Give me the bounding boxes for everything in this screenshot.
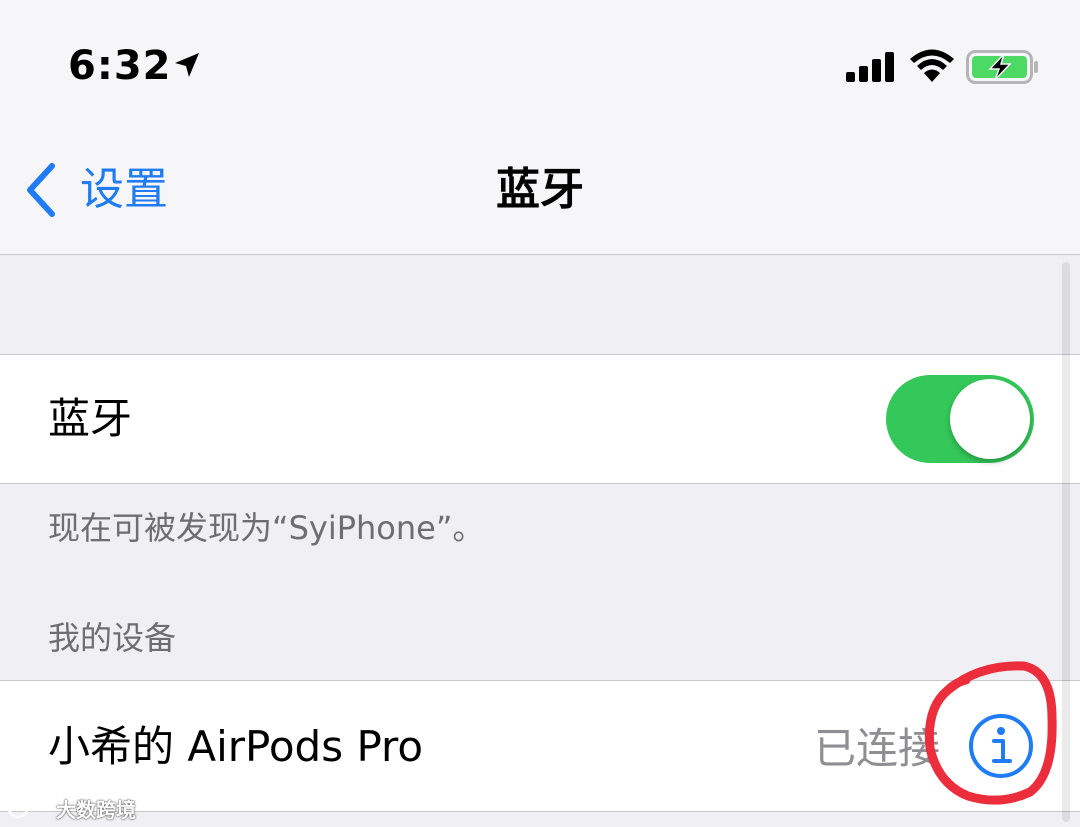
bluetooth-toggle[interactable]: [886, 375, 1034, 463]
page-title: 蓝牙: [496, 164, 584, 215]
watermark-logo-icon: [8, 797, 50, 819]
discoverable-footer: 现在可被发现为“SyiPhone”。: [48, 509, 485, 547]
watermark-text: 大数跨境: [56, 797, 136, 822]
watermark: 大数跨境: [8, 792, 136, 824]
status-time: 6:32: [68, 43, 172, 89]
device-name: 小希的 AirPods Pro: [48, 722, 424, 771]
navigation-bar: 设置 蓝牙: [0, 120, 1080, 255]
status-bar: 6:32: [0, 0, 1080, 120]
bluetooth-label: 蓝牙: [48, 394, 133, 443]
wifi-icon: [910, 49, 954, 82]
my-devices-header: 我的设备: [48, 619, 177, 657]
device-row[interactable]: 小希的 AirPods Pro 已连接: [0, 680, 1080, 812]
toggle-knob: [950, 379, 1030, 459]
battery-charging-icon: [966, 50, 1038, 84]
info-icon[interactable]: [966, 711, 1036, 781]
bluetooth-settings-screen: 6:32 设置 蓝牙 蓝牙 现在可被发现为“SyiPhone”。 我的设备 小希…: [0, 0, 1080, 827]
device-status: 已连接: [813, 724, 940, 773]
location-arrow-icon: [175, 53, 199, 77]
scrollbar[interactable]: [1062, 262, 1070, 822]
bluetooth-toggle-row: 蓝牙: [0, 354, 1080, 484]
cellular-signal-icon: [846, 52, 894, 82]
